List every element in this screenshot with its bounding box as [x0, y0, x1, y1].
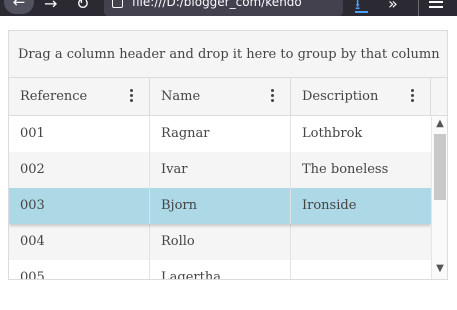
url-text[interactable]: file:///D:/blogger_com/kendo	[132, 0, 302, 12]
table-row[interactable]: 001 Ragnar Lothbrok	[9, 116, 431, 152]
grid-body: 001 Ragnar Lothbrok 002 Ivar The boneles…	[9, 116, 431, 279]
column-header-reference[interactable]: Reference	[9, 78, 150, 115]
data-grid: Drag a column header and drop it here to…	[8, 30, 448, 280]
cell-name[interactable]: Ragnar	[150, 116, 291, 152]
cell-description[interactable]	[291, 260, 431, 279]
table-row-selected[interactable]: 003 Bjorn Ironside	[9, 188, 431, 224]
browser-toolbar: ← → ↻ file:///D:/blogger_com/kendo ••• ⭳…	[0, 0, 457, 16]
cell-description[interactable]	[291, 224, 431, 260]
column-menu-icon[interactable]	[130, 89, 133, 104]
column-header-description[interactable]: Description	[291, 78, 431, 115]
back-button[interactable]: ←	[4, 0, 34, 14]
scroll-down-icon[interactable]: ▼	[432, 261, 447, 277]
cell-description[interactable]: The boneless	[291, 152, 431, 188]
toolbar-divider	[418, 0, 419, 16]
cell-reference[interactable]: 001	[9, 116, 150, 152]
cell-reference[interactable]: 002	[9, 152, 150, 188]
table-row[interactable]: 005 Lagertha	[9, 260, 431, 279]
cell-name[interactable]: Ivar	[150, 152, 291, 188]
column-header-label: Name	[161, 89, 201, 104]
cell-reference[interactable]: 005	[9, 260, 150, 279]
column-header-label: Description	[302, 89, 379, 104]
download-progress-line	[355, 11, 368, 13]
page-actions-icon[interactable]: •••	[311, 0, 337, 10]
cell-description[interactable]: Lothbrok	[291, 116, 431, 152]
table-row[interactable]: 002 Ivar The boneless	[9, 152, 431, 188]
column-header-name[interactable]: Name	[150, 78, 291, 115]
cell-name[interactable]: Bjorn	[150, 188, 291, 224]
scroll-up-icon[interactable]: ▲	[432, 116, 447, 132]
page-icon	[112, 0, 123, 8]
forward-arrow-icon[interactable]: →	[44, 0, 57, 14]
hamburger-menu-icon[interactable]	[429, 0, 443, 11]
cell-name[interactable]: Rollo	[150, 224, 291, 260]
vertical-scrollbar[interactable]: ▲ ▼	[431, 116, 447, 279]
column-menu-icon[interactable]	[271, 89, 274, 104]
cell-name[interactable]: Lagertha	[150, 260, 291, 279]
grid-header: Reference Name Description	[9, 78, 447, 116]
cell-reference[interactable]: 003	[9, 188, 150, 224]
reload-icon[interactable]: ↻	[76, 0, 89, 14]
column-menu-icon[interactable]	[411, 89, 414, 104]
back-arrow-icon: ←	[12, 0, 26, 11]
table-row[interactable]: 004 Rollo	[9, 224, 431, 260]
overflow-menu-icon[interactable]: »	[388, 0, 398, 13]
url-bar[interactable]: file:///D:/blogger_com/kendo •••	[104, 0, 343, 16]
cell-description[interactable]: Ironside	[291, 188, 431, 224]
download-icon[interactable]: ⭳	[355, 0, 360, 16]
scrollbar-thumb[interactable]	[434, 134, 446, 200]
cell-reference[interactable]: 004	[9, 224, 150, 260]
group-by-drop-zone[interactable]: Drag a column header and drop it here to…	[9, 31, 447, 78]
column-header-label: Reference	[20, 89, 88, 104]
